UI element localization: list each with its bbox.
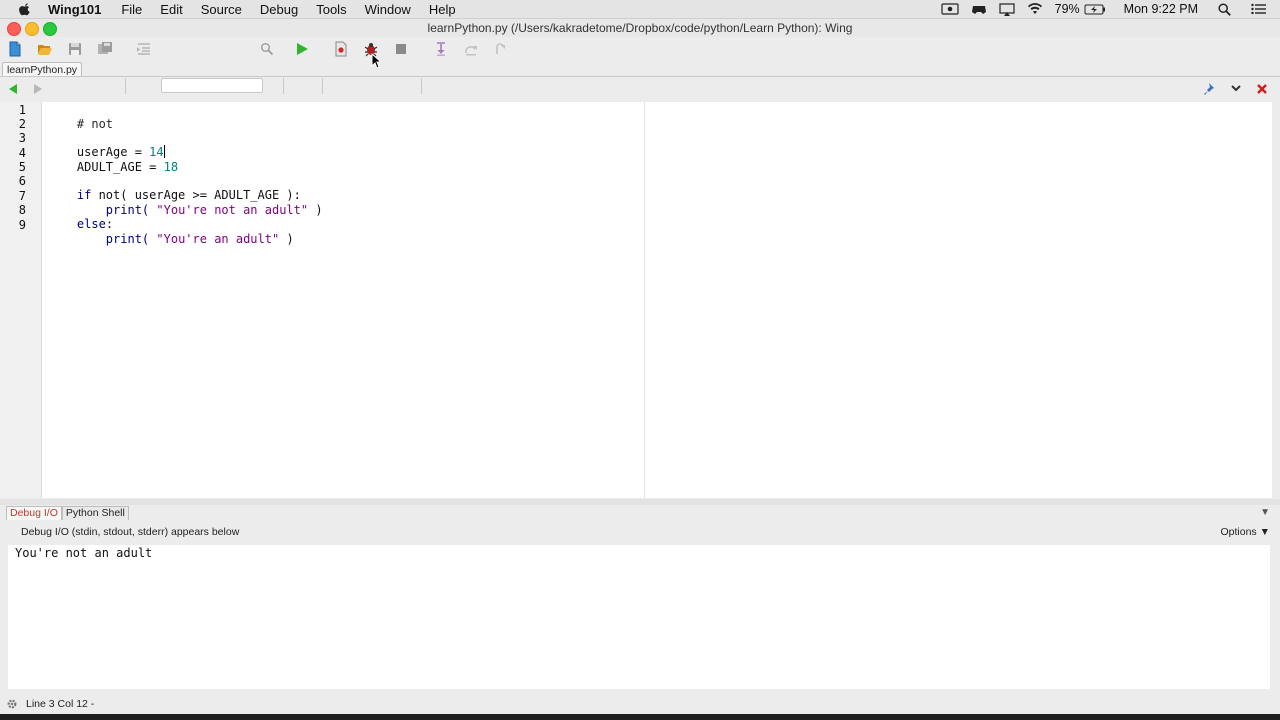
menu-help[interactable]: Help (429, 2, 456, 17)
code-line-4: ADULT_AGE = 18 (48, 146, 1278, 174)
settings-gear-icon[interactable] (6, 698, 18, 710)
line-number-gutter: 1 2 3 4 5 6 7 8 9 (0, 102, 42, 498)
panel-menu-button[interactable]: ▼ (1260, 507, 1270, 518)
line-number: 9 (18, 218, 26, 232)
menubar-clock[interactable]: Mon 9:22 PM (1124, 2, 1198, 16)
notification-center-icon[interactable] (1251, 3, 1266, 15)
mouse-pointer-icon (371, 53, 383, 69)
indent-icon[interactable] (136, 41, 152, 57)
open-folder-icon[interactable] (37, 41, 53, 57)
window-close-button[interactable] (7, 22, 21, 36)
pin-icon[interactable] (1203, 82, 1217, 96)
menu-debug[interactable]: Debug (260, 2, 298, 17)
options-menu-button[interactable]: Options ▼ (1221, 526, 1271, 538)
menu-bar: Wing101 File Edit Source Debug Tools Win… (0, 0, 1280, 19)
edge-guide-line (644, 102, 645, 498)
code-editor[interactable]: # not userAge = 14 ADULT_AGE = 18 if not… (42, 102, 1272, 498)
status-line-col: Line 3 Col 12 - (26, 698, 95, 710)
chevron-down-icon[interactable] (1230, 84, 1242, 94)
screen-record-icon[interactable] (941, 3, 959, 15)
line-number: 8 (18, 203, 26, 217)
code-text: ADULT_AGE = (76, 160, 164, 174)
line-number: 2 (18, 117, 26, 131)
line-number: 3 (18, 131, 26, 145)
battery-percent: 79% (1054, 2, 1080, 16)
screen-bottom-edge (0, 714, 1280, 720)
window-minimize-button[interactable] (25, 22, 39, 36)
line-number: 5 (18, 160, 26, 174)
forward-arrow-icon[interactable] (32, 83, 44, 95)
line-number: 1 (18, 103, 26, 117)
save-all-icon[interactable] (97, 41, 113, 57)
step-over-icon[interactable] (463, 41, 479, 57)
run-icon[interactable] (294, 41, 310, 57)
code-string: "You're an adult" (156, 232, 280, 246)
close-editor-icon[interactable] (1256, 83, 1268, 95)
battery-charging-icon[interactable] (1084, 4, 1106, 15)
back-arrow-icon[interactable] (7, 83, 19, 95)
wifi-icon[interactable] (1027, 3, 1043, 15)
line-number: 7 (18, 189, 26, 203)
panel-splitter[interactable] (0, 499, 1280, 505)
code-text: ) (279, 232, 294, 246)
bottom-panel-tabs: Debug I/O Python Shell (6, 506, 129, 520)
code-line-6: if not( userAge >= ADULT_AGE ): (48, 174, 1278, 202)
code-line-8: else: (48, 203, 1278, 231)
apple-icon[interactable] (18, 2, 32, 16)
code-line-9: print( "You're an adult" ) (48, 218, 1278, 246)
code-line-3: userAge = 14 (48, 131, 1278, 159)
debug-output-console[interactable]: You're not an adult (8, 545, 1270, 689)
search-icon[interactable] (259, 41, 275, 57)
code-line-1: # not (48, 103, 1278, 131)
tab-divider (0, 76, 1280, 77)
editor-nav-bar (0, 78, 1280, 100)
code-line-7: print( "You're not an adult" ) (48, 189, 1278, 217)
save-icon[interactable] (67, 41, 83, 57)
code-builtin: print( (76, 232, 157, 246)
menu-source[interactable]: Source (201, 2, 242, 17)
window-title: learnPython.py (/Users/kakradetome/Dropb… (0, 19, 1280, 37)
airplay-icon[interactable] (999, 2, 1015, 16)
step-into-icon[interactable] (433, 41, 449, 57)
new-file-icon[interactable] (7, 41, 23, 57)
code-number: 18 (163, 160, 179, 174)
code-comment: # not (76, 117, 114, 131)
menu-file[interactable]: File (121, 2, 142, 17)
window-zoom-button[interactable] (43, 22, 57, 36)
tab-python-shell[interactable]: Python Shell (61, 506, 129, 520)
breakpoint-icon[interactable] (333, 41, 349, 57)
toolbar (0, 37, 1280, 94)
step-out-icon[interactable] (493, 41, 509, 57)
menu-window[interactable]: Window (365, 2, 411, 17)
tab-learnpython[interactable]: learnPython.py (2, 62, 83, 77)
status-bar (0, 694, 1280, 714)
gamepad-icon[interactable] (971, 2, 987, 16)
stop-icon[interactable] (393, 41, 409, 57)
output-line: You're not an adult (15, 546, 153, 560)
debug-io-caption: Debug I/O (stdin, stdout, stderr) appear… (21, 526, 240, 538)
menu-edit[interactable]: Edit (160, 2, 182, 17)
app-menu[interactable]: Wing101 (48, 2, 101, 17)
spotlight-search-icon[interactable] (1218, 2, 1231, 16)
tab-debug-io[interactable]: Debug I/O (6, 506, 62, 520)
menu-tools[interactable]: Tools (316, 2, 346, 17)
line-number: 6 (18, 174, 26, 188)
line-number: 4 (18, 146, 26, 160)
